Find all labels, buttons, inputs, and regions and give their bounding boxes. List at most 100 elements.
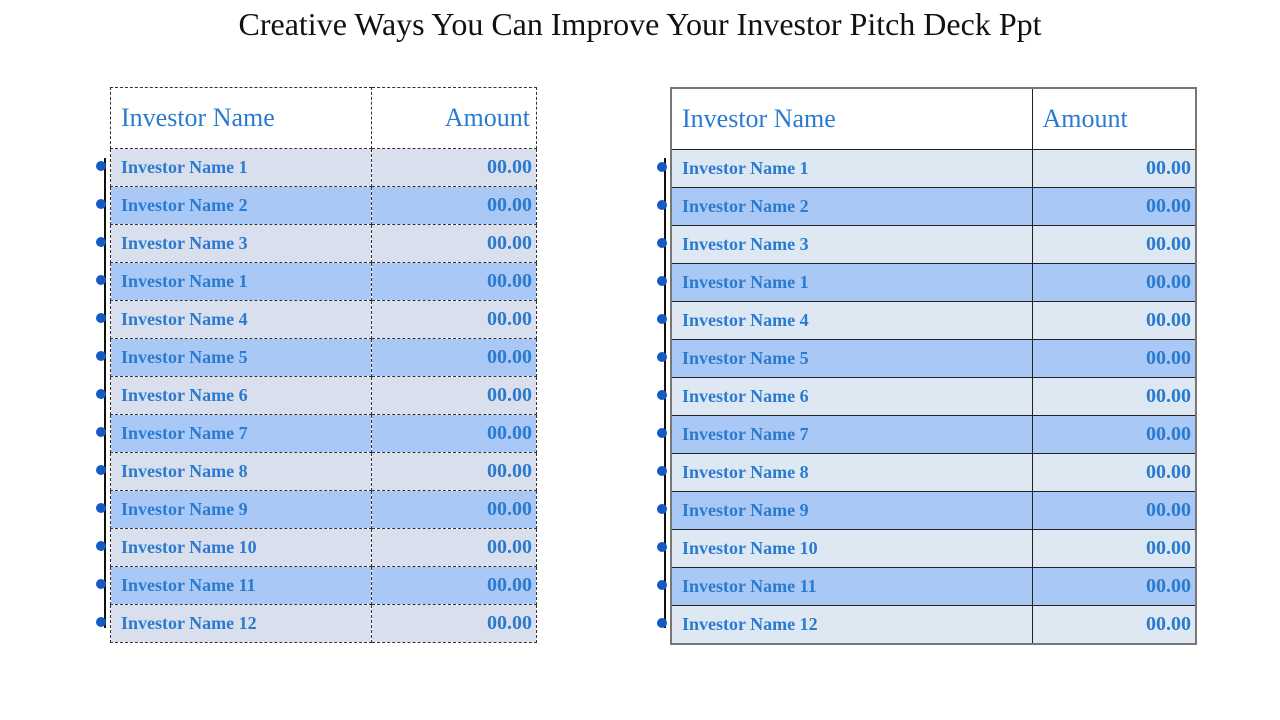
investor-name: Investor Name 8 <box>121 461 248 481</box>
table-row: Investor Name 11 00.00 <box>657 567 1197 606</box>
investor-name: Investor Name 10 <box>682 538 818 558</box>
investor-name-cell: Investor Name 10 <box>96 528 372 567</box>
timeline-dot-icon <box>96 426 106 437</box>
amount-cell: 00.00 <box>1031 567 1197 606</box>
investor-name: Investor Name 8 <box>682 462 809 482</box>
investor-name: Investor Name 4 <box>121 309 248 329</box>
timeline-dot-icon <box>657 161 667 172</box>
table-row: Investor Name 9 00.00 <box>657 491 1197 530</box>
investor-name: Investor Name 10 <box>121 537 257 557</box>
investor-name: Investor Name 1 <box>121 271 248 291</box>
investor-name-cell: Investor Name 6 <box>96 376 372 415</box>
investor-name: Investor Name 7 <box>682 424 809 444</box>
investor-name-cell: Investor Name 9 <box>96 490 372 529</box>
amount-cell: 00.00 <box>371 300 537 339</box>
timeline-dot-icon <box>96 160 106 171</box>
investor-name-cell: Investor Name 2 <box>657 187 1033 226</box>
timeline-dot-icon <box>657 275 667 286</box>
timeline-dot-icon <box>96 464 106 475</box>
amount-cell: 00.00 <box>371 186 537 225</box>
table-row: Investor Name 1 00.00 <box>96 262 537 301</box>
investor-name-cell: Investor Name 4 <box>96 300 372 339</box>
table-row: Investor Name 5 00.00 <box>96 338 537 377</box>
investor-name: Investor Name 2 <box>121 195 248 215</box>
investor-name: Investor Name 1 <box>682 158 809 178</box>
timeline-dot-icon <box>657 199 667 210</box>
amount-cell: 00.00 <box>1031 263 1197 302</box>
timeline-dot-icon <box>657 465 667 476</box>
table-row: Investor Name 5 00.00 <box>657 339 1197 378</box>
investor-name: Investor Name 11 <box>121 575 256 595</box>
investor-name: Investor Name 9 <box>121 499 248 519</box>
table-row: Investor Name 10 00.00 <box>657 529 1197 568</box>
investor-name: Investor Name 7 <box>121 423 248 443</box>
amount-cell: 00.00 <box>371 338 537 377</box>
investor-name: Investor Name 3 <box>121 233 248 253</box>
investor-table-right: Investor Name Amount Investor Name 1 00.0… <box>657 87 1197 645</box>
table-row: Investor Name 3 00.00 <box>657 225 1197 264</box>
table-row: Investor Name 1 00.00 <box>657 149 1197 188</box>
investor-name-cell: Investor Name 1 <box>657 263 1033 302</box>
investor-name-cell: Investor Name 11 <box>96 566 372 605</box>
table-row: Investor Name 1 00.00 <box>657 263 1197 302</box>
investor-name-cell: Investor Name 5 <box>657 339 1033 378</box>
investor-name-cell: Investor Name 12 <box>657 605 1033 645</box>
timeline-dot-icon <box>96 388 106 399</box>
timeline-dot-icon <box>657 313 667 324</box>
amount-cell: 00.00 <box>371 528 537 567</box>
investor-name: Investor Name 6 <box>121 385 248 405</box>
investor-name-cell: Investor Name 3 <box>96 224 372 263</box>
amount-cell: 00.00 <box>1031 301 1197 340</box>
investor-name-cell: Investor Name 7 <box>96 414 372 453</box>
table-row: Investor Name 11 00.00 <box>96 566 537 605</box>
investor-name: Investor Name 9 <box>682 500 809 520</box>
timeline-dot-icon <box>657 351 667 362</box>
table-row: Investor Name 7 00.00 <box>657 415 1197 454</box>
amount-cell: 00.00 <box>371 224 537 263</box>
amount-cell: 00.00 <box>1031 605 1197 645</box>
amount-cell: 00.00 <box>1031 187 1197 226</box>
investor-name-cell: Investor Name 6 <box>657 377 1033 416</box>
amount-cell: 00.00 <box>1031 339 1197 378</box>
amount-cell: 00.00 <box>1031 453 1197 492</box>
page-title: Creative Ways You Can Improve Your Inves… <box>238 6 1042 42</box>
header-investor-name: Investor Name <box>110 87 372 149</box>
table-row: Investor Name 1 00.00 <box>96 148 537 187</box>
amount-cell: 00.00 <box>371 566 537 605</box>
table-header-row: Investor Name Amount <box>110 87 537 149</box>
amount-cell: 00.00 <box>1031 529 1197 568</box>
timeline-dot-icon <box>96 312 106 323</box>
timeline-dot-icon <box>96 236 106 247</box>
investor-name-cell: Investor Name 8 <box>657 453 1033 492</box>
timeline-dot-icon <box>96 578 106 589</box>
table-row: Investor Name 9 00.00 <box>96 490 537 529</box>
amount-cell: 00.00 <box>1031 415 1197 454</box>
timeline-dot-icon <box>96 616 106 627</box>
table-row: Investor Name 4 00.00 <box>657 301 1197 340</box>
investor-name-cell: Investor Name 10 <box>657 529 1033 568</box>
investor-name: Investor Name 1 <box>682 272 809 292</box>
table-row: Investor Name 8 00.00 <box>657 453 1197 492</box>
amount-cell: 00.00 <box>371 490 537 529</box>
table-row: Investor Name 6 00.00 <box>657 377 1197 416</box>
investor-name-cell: Investor Name 5 <box>96 338 372 377</box>
timeline-dot-icon <box>657 237 667 248</box>
investor-name: Investor Name 6 <box>682 386 809 406</box>
investor-name: Investor Name 5 <box>121 347 248 367</box>
amount-cell: 00.00 <box>1031 149 1197 188</box>
investor-name-cell: Investor Name 1 <box>657 149 1033 188</box>
timeline-dot-icon <box>657 541 667 552</box>
investor-name-cell: Investor Name 1 <box>96 262 372 301</box>
amount-cell: 00.00 <box>371 604 537 643</box>
investor-table-left: Investor Name Amount Investor Name 1 00.0… <box>96 87 537 643</box>
investor-name-cell: Investor Name 4 <box>657 301 1033 340</box>
table-row: Investor Name 8 00.00 <box>96 452 537 491</box>
investor-name-cell: Investor Name 7 <box>657 415 1033 454</box>
amount-cell: 00.00 <box>371 414 537 453</box>
timeline-dot-icon <box>657 389 667 400</box>
amount-cell: 00.00 <box>371 148 537 187</box>
amount-cell: 00.00 <box>371 452 537 491</box>
table-row: Investor Name 2 00.00 <box>96 186 537 225</box>
timeline-dot-icon <box>657 579 667 590</box>
timeline-dot-icon <box>96 274 106 285</box>
